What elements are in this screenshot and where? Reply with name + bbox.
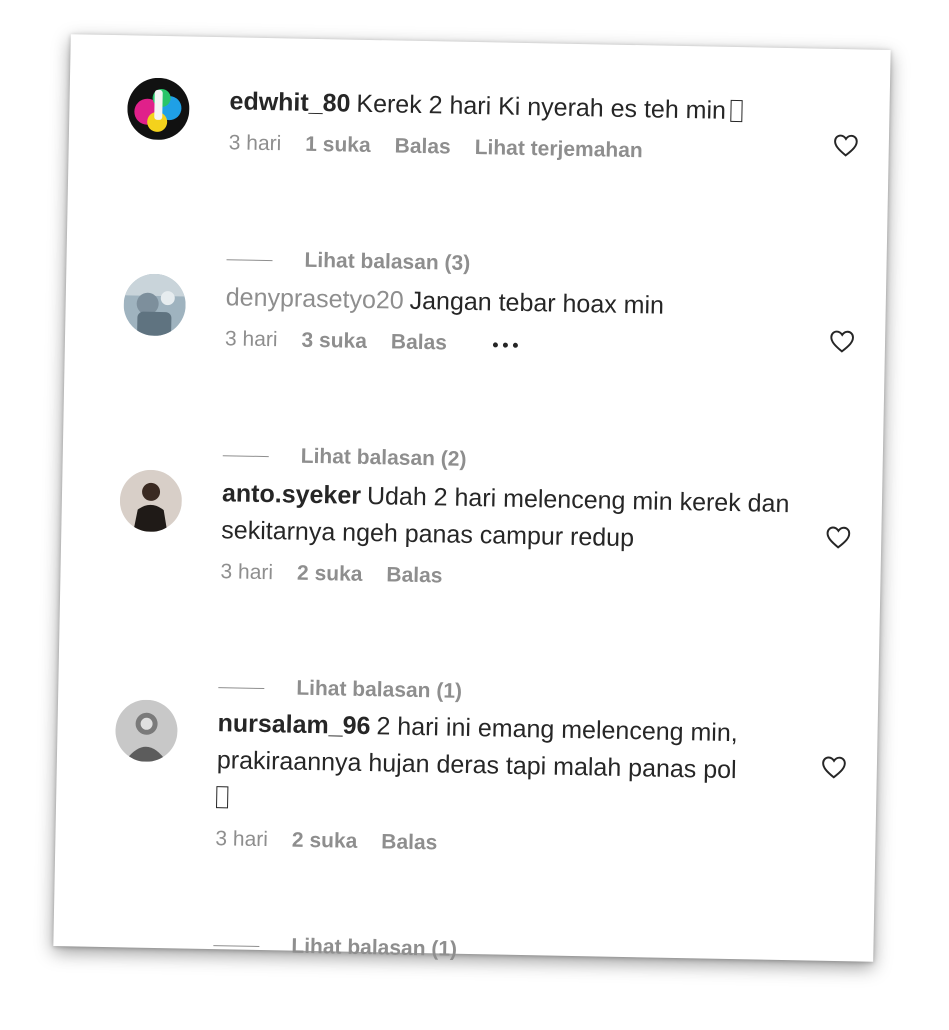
comment-likes[interactable]: 2 suka — [297, 562, 363, 587]
comment-username[interactable]: anto.syeker — [222, 479, 361, 510]
view-replies-label: Lihat balasan (1) — [291, 934, 458, 961]
comment-likes[interactable]: 3 suka — [301, 329, 367, 354]
comment-text: Jangan tebar hoax min — [409, 286, 665, 320]
reply-button[interactable]: Balas — [386, 563, 442, 588]
more-options-icon[interactable] — [492, 341, 518, 348]
comment-time: 3 hari — [215, 827, 269, 852]
comment-item: nursalam_96 2 hari ini emang melenceng mi… — [58, 698, 878, 961]
reply-button[interactable]: Balas — [394, 134, 450, 159]
comment-item: edwhit_80 Kerek 2 hari Ki nyerah es teh m… — [70, 76, 890, 275]
comment-text: Kerek 2 hari Ki nyerah es teh min — [356, 89, 727, 125]
view-replies-button[interactable]: Lihat balasan (3) — [226, 247, 470, 276]
comment-meta: 3 hari 2 suka Balas — [220, 557, 790, 598]
comment-username[interactable]: edwhit_80 — [229, 87, 350, 117]
comment-likes[interactable]: 1 suka — [305, 133, 371, 158]
comment-body: nursalam_96 2 hari ini emang melenceng mi… — [215, 705, 788, 865]
comment-time: 3 hari — [220, 560, 274, 585]
view-replies-button[interactable]: Lihat balasan (1) — [218, 675, 462, 704]
comment-meta: 3 hari 1 suka Balas Lihat terjemahan — [228, 128, 798, 169]
comment-username[interactable]: denyprasetyo20 — [226, 283, 404, 314]
view-replies-button[interactable]: Lihat balasan (1) — [213, 933, 457, 962]
replies-divider — [213, 944, 260, 947]
avatar[interactable] — [123, 273, 187, 337]
avatar[interactable] — [114, 699, 179, 763]
heart-icon[interactable] — [821, 755, 847, 779]
view-replies-label: Lihat balasan (1) — [296, 676, 463, 703]
replies-divider — [226, 258, 273, 261]
comment-text-block: nursalam_96 2 hari ini emang melenceng mi… — [215, 705, 788, 827]
replies-divider — [218, 686, 265, 689]
view-replies-label: Lihat balasan (2) — [300, 444, 467, 471]
heart-icon[interactable] — [825, 525, 851, 549]
heart-icon[interactable] — [833, 133, 859, 157]
comment-body: anto.syeker Udah 2 hari melenceng min ker… — [220, 475, 792, 598]
comment-text-block: anto.syeker Udah 2 hari melenceng min ker… — [221, 475, 792, 560]
comment-meta: 3 hari 2 suka Balas — [215, 824, 785, 865]
avatar[interactable] — [119, 469, 183, 533]
view-replies-label: Lihat balasan (3) — [304, 248, 471, 275]
comments-panel: edwhit_80 Kerek 2 hari Ki nyerah es teh m… — [53, 34, 891, 962]
comment-body: edwhit_80 Kerek 2 hari Ki nyerah es teh m… — [228, 83, 799, 169]
heart-icon[interactable] — [829, 329, 855, 353]
comment-username[interactable]: nursalam_96 — [217, 709, 370, 740]
reply-button[interactable]: Balas — [381, 830, 437, 855]
comment-meta: 3 hari 3 suka Balas — [225, 324, 795, 365]
comment-item: denyprasetyo20 Jangan tebar hoax min 3 ha… — [66, 272, 886, 471]
view-replies-button[interactable]: Lihat balasan (2) — [222, 443, 467, 472]
missing-emoji-icon — [729, 99, 743, 123]
comment-body: denyprasetyo20 Jangan tebar hoax min 3 ha… — [225, 279, 796, 365]
comment-time: 3 hari — [228, 131, 282, 156]
comment-text-block: edwhit_80 Kerek 2 hari Ki nyerah es teh m… — [229, 83, 800, 131]
comment-text-block: denyprasetyo20 Jangan tebar hoax min — [225, 279, 796, 327]
see-translation-button[interactable]: Lihat terjemahan — [474, 136, 642, 163]
screenshot-stage: edwhit_80 Kerek 2 hari Ki nyerah es teh m… — [0, 0, 949, 1030]
comment-time: 3 hari — [224, 327, 278, 352]
comment-item: anto.syeker Udah 2 hari melenceng min ker… — [62, 468, 882, 703]
missing-emoji-icon — [215, 786, 229, 809]
avatar[interactable] — [126, 77, 191, 141]
replies-divider — [222, 454, 269, 457]
comment-likes[interactable]: 2 suka — [292, 829, 358, 854]
reply-button[interactable]: Balas — [391, 330, 447, 355]
